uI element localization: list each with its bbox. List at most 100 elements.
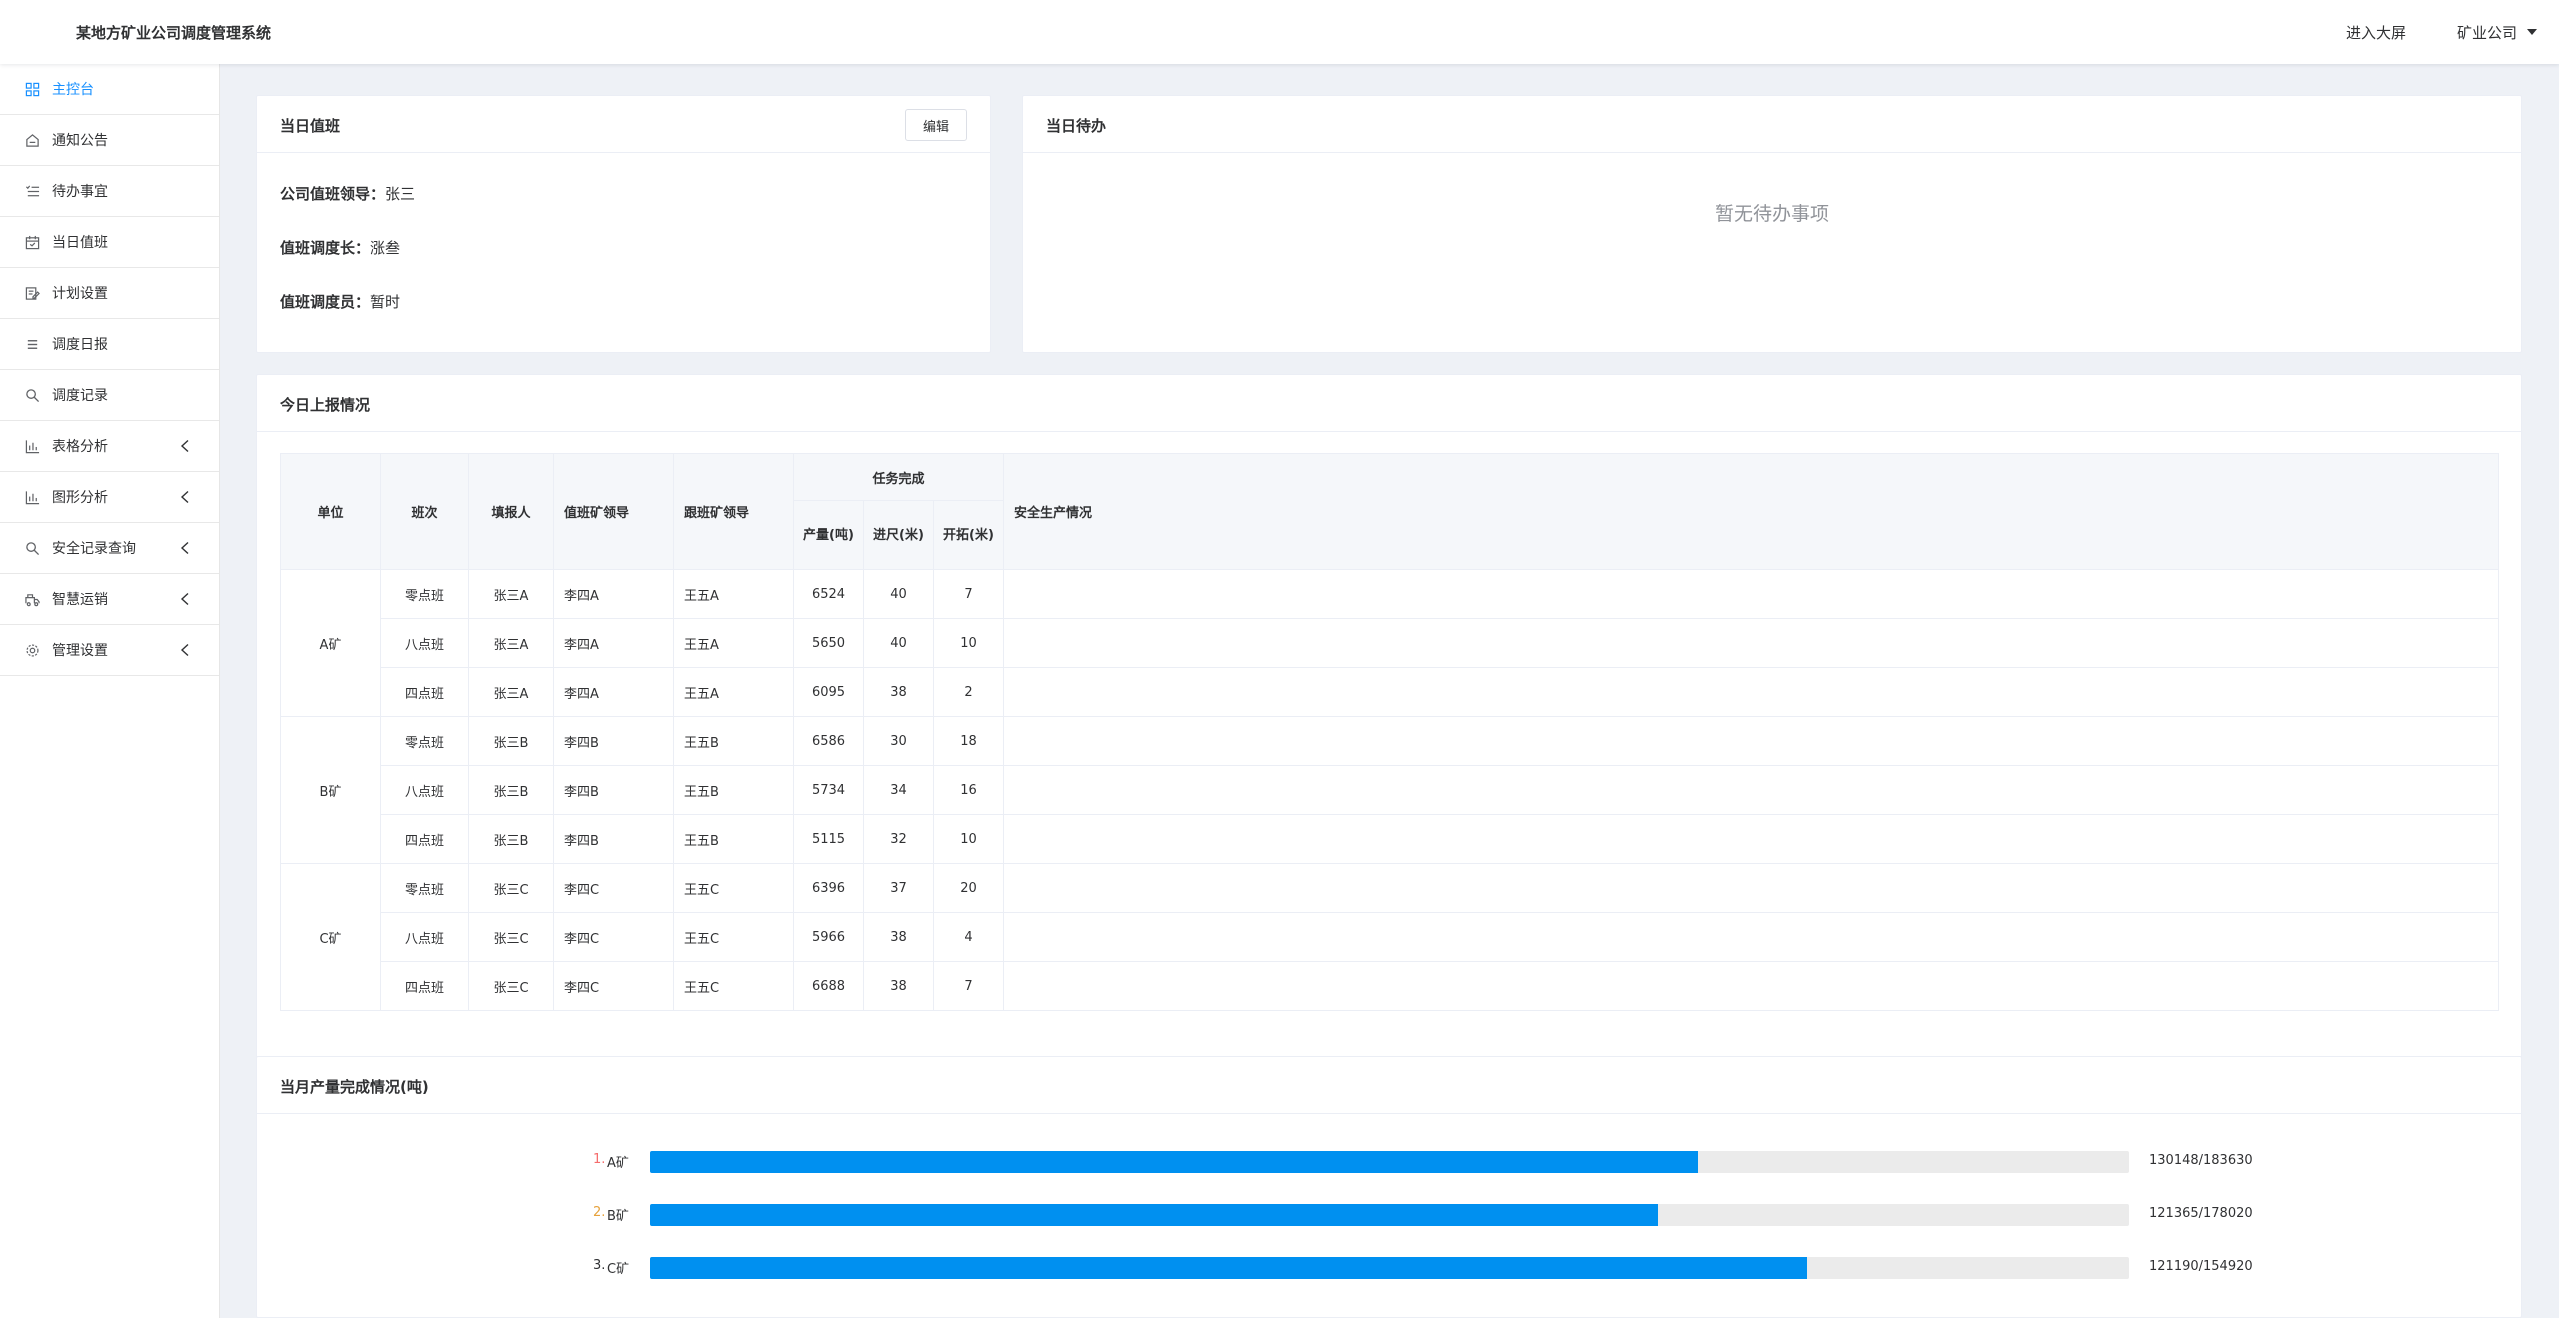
cell-develop: 16 — [933, 765, 1004, 815]
th-develop: 开拓(米) — [933, 500, 1004, 570]
truck-icon — [24, 591, 40, 607]
cell-output: 5650 — [793, 618, 864, 668]
th-reporter: 填报人 — [468, 453, 554, 570]
cell-footage: 40 — [863, 569, 934, 619]
bar-label: B矿 — [607, 1209, 629, 1224]
cell-shift: 四点班 — [380, 961, 469, 1011]
table-row: 八点班 张三A 李四A 王五A 5650 40 10 — [281, 618, 2499, 668]
bar-fill — [650, 1257, 1808, 1279]
table-row: 八点班 张三B 李四B 王五B 5734 34 16 — [281, 765, 2499, 815]
sidebar-item[interactable]: 调度日报 — [0, 319, 219, 370]
cell-develop: 10 — [933, 618, 1004, 668]
cell-develop: 20 — [933, 863, 1004, 913]
main-content: 当日值班 编辑 公司值班领导：张三 值班调度长：涨叁 值班调度员：暂时 当日待办… — [220, 64, 2559, 1318]
report-card-title: 今日上报情况 — [280, 396, 371, 414]
cell-footage: 32 — [863, 814, 934, 864]
cell-develop: 7 — [933, 569, 1004, 619]
th-task-group: 任务完成 — [793, 453, 1004, 501]
sidebar-item[interactable]: 待办事宜 — [0, 166, 219, 217]
cell-output: 6586 — [793, 716, 864, 766]
cell-output: 6095 — [793, 667, 864, 717]
cell-safety — [1003, 765, 2499, 815]
sidebar-item[interactable]: 安全记录查询 — [0, 523, 219, 574]
sidebar-item[interactable]: 当日值班 — [0, 217, 219, 268]
cell-follow-leader: 王五B — [673, 814, 794, 864]
app-title: 某地方矿业公司调度管理系统 — [76, 24, 272, 42]
bar-track — [650, 1151, 2129, 1173]
cell-duty-leader: 李四B — [553, 716, 674, 766]
duty-leader-label: 公司值班领导： — [280, 185, 386, 203]
caret-down-icon — [2527, 28, 2538, 35]
sidebar-item-label: 管理设置 — [52, 643, 108, 659]
search-icon — [24, 387, 40, 403]
plan-icon — [24, 285, 40, 301]
sidebar-item-label: 计划设置 — [52, 286, 108, 302]
cell-develop: 4 — [933, 912, 1004, 962]
bar-rank: 3. — [593, 1258, 606, 1273]
top-header: 某地方矿业公司调度管理系统 进入大屏 矿业公司 — [0, 0, 2559, 64]
cell-reporter: 张三A — [468, 569, 554, 619]
bar-chart-icon — [24, 489, 40, 505]
cell-develop: 7 — [933, 961, 1004, 1011]
th-follow-leader: 跟班矿领导 — [673, 453, 794, 570]
enter-big-screen-link[interactable]: 进入大屏 — [2346, 22, 2406, 43]
cell-safety — [1003, 961, 2499, 1011]
cell-footage: 38 — [863, 912, 934, 962]
sidebar-item-label: 调度记录 — [52, 388, 108, 404]
todo-card-title: 当日待办 — [1046, 117, 1107, 135]
cell-shift: 四点班 — [380, 814, 469, 864]
cell-duty-leader: 李四C — [553, 961, 674, 1011]
sidebar-item[interactable]: 计划设置 — [0, 268, 219, 319]
todo-card-header: 当日待办 — [1023, 96, 2521, 153]
sidebar-item[interactable]: 主控台 — [0, 64, 219, 115]
cell-develop: 18 — [933, 716, 1004, 766]
sidebar-item-label: 调度日报 — [52, 337, 108, 353]
table-row: 八点班 张三C 李四C 王五C 5966 38 4 — [281, 912, 2499, 962]
cell-reporter: 张三B — [468, 765, 554, 815]
sidebar-item[interactable]: 表格分析 — [0, 421, 219, 472]
cell-safety — [1003, 618, 2499, 668]
cell-reporter: 张三A — [468, 618, 554, 668]
duty-staff-label: 值班调度员： — [280, 293, 371, 311]
cell-follow-leader: 王五C — [673, 863, 794, 913]
bar-fill — [650, 1204, 1659, 1226]
monthly-card: 当月产量完成情况(吨) 1. A矿 130148/183630 2. B矿 121365/… — [256, 1056, 2522, 1318]
chevron-left-icon — [179, 541, 191, 555]
cell-duty-leader: 李四A — [553, 569, 674, 619]
sidebar: 主控台通知公告 待办事宜 当日值班计划设置调度日报调度记录表格分析 图形分析安全记录查… — [0, 64, 220, 1318]
bar-chart-icon — [24, 438, 40, 454]
cell-output: 6688 — [793, 961, 864, 1011]
sidebar-item[interactable]: 智慧运销 — [0, 574, 219, 625]
cell-unit: C矿 — [280, 863, 381, 1011]
company-dropdown[interactable]: 矿业公司 — [2457, 22, 2538, 43]
cell-reporter: 张三C — [468, 912, 554, 962]
table-row: 四点班 张三B 李四B 王五B 5115 32 10 — [281, 814, 2499, 864]
table-row: B矿 零点班 张三B 李四B 王五B 6586 30 18 — [280, 716, 2499, 864]
th-duty-leader: 值班矿领导 — [553, 453, 674, 570]
report-card-header: 今日上报情况 — [257, 375, 2521, 432]
report-table-body: A矿 零点班 张三A 李四A 王五A 6524 40 7 八点班 张三A 李四A 王五A 5650 40 1… — [280, 569, 2499, 1011]
cell-safety — [1003, 667, 2499, 717]
cell-duty-leader: 李四C — [553, 863, 674, 913]
search-icon — [24, 540, 40, 556]
cell-follow-leader: 王五A — [673, 618, 794, 668]
edit-button[interactable]: 编辑 — [905, 109, 967, 141]
report-icon — [24, 336, 40, 352]
sidebar-item[interactable]: 图形分析 — [0, 472, 219, 523]
duty-card-title: 当日值班 — [280, 117, 341, 135]
sidebar-item[interactable]: 通知公告 — [0, 115, 219, 166]
chevron-left-icon — [179, 490, 191, 504]
cell-develop: 2 — [933, 667, 1004, 717]
cell-shift: 八点班 — [380, 618, 469, 668]
report-table: 单位 班次 填报人 值班矿领导 跟班矿领导 任务完成 安全生产情况 产量(吨) … — [280, 453, 2499, 1011]
bar-rank: 1. — [593, 1152, 606, 1167]
sidebar-item-label: 安全记录查询 — [52, 541, 136, 557]
sidebar-item[interactable]: 调度记录 — [0, 370, 219, 421]
sidebar-item[interactable]: 管理设置 — [0, 625, 219, 676]
cell-reporter: 张三B — [468, 814, 554, 864]
bar-rank: 2. — [593, 1205, 606, 1220]
chevron-left-icon — [179, 439, 191, 453]
cell-footage: 38 — [863, 961, 934, 1011]
sidebar-item-label: 主控台 — [52, 82, 94, 98]
bar-value: 121365/178020 — [2149, 1206, 2253, 1221]
